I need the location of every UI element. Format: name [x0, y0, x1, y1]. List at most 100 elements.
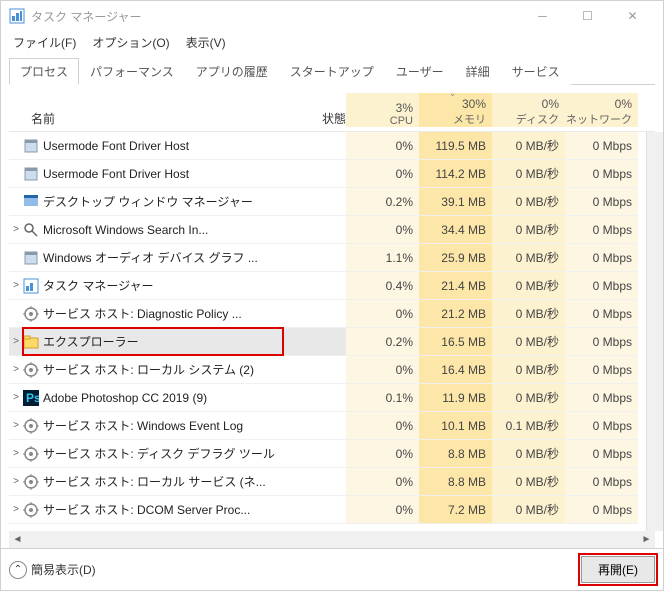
header-disk[interactable]: 0%ディスク — [492, 93, 565, 127]
memory-cell: 119.5 MB — [419, 132, 492, 159]
disk-cell: 0 MB/秒 — [492, 244, 565, 271]
process-name: タスク マネージャー — [23, 272, 283, 299]
menu-file[interactable]: ファイル(F) — [7, 32, 82, 53]
table-row[interactable]: >タスク マネージャー0.4%21.4 MB0 MB/秒0 Mbps — [9, 272, 638, 300]
cpu-cell: 0% — [346, 496, 419, 523]
table-row[interactable]: サービス ホスト: Diagnostic Policy ...0%21.2 MB… — [9, 300, 638, 328]
expand-icon[interactable]: > — [9, 448, 23, 459]
network-cell: 0 Mbps — [565, 440, 638, 467]
svg-text:Ps: Ps — [26, 391, 39, 405]
table-row[interactable]: >エクスプローラー0.2%16.5 MB0 MB/秒0 Mbps — [9, 328, 638, 356]
network-cell: 0 Mbps — [565, 300, 638, 327]
table-row[interactable]: >PsAdobe Photoshop CC 2019 (9)0.1%11.9 M… — [9, 384, 638, 412]
disk-cell: 0 MB/秒 — [492, 468, 565, 495]
process-icon — [23, 194, 39, 210]
table-row[interactable]: Usermode Font Driver Host0%119.5 MB0 MB/… — [9, 132, 638, 160]
process-name: エクスプローラー — [23, 328, 283, 355]
expand-icon[interactable]: > — [9, 364, 23, 375]
table-row[interactable]: >サービス ホスト: ディスク デフラグ ツール0%8.8 MB0 MB/秒0 … — [9, 440, 638, 468]
scroll-right-icon[interactable]: ► — [638, 534, 655, 545]
table-row[interactable]: >サービス ホスト: ローカル サービス (ネ...0%8.8 MB0 MB/秒… — [9, 468, 638, 496]
memory-cell: 21.2 MB — [419, 300, 492, 327]
process-icon — [23, 278, 39, 294]
cpu-cell: 0.2% — [346, 328, 419, 355]
menu-options[interactable]: オプション(O) — [86, 32, 175, 53]
column-headers: 名前 状態 3%CPU ⌄30%メモリ 0%ディスク 0%ネットワーク — [9, 85, 655, 132]
process-name: Usermode Font Driver Host — [23, 132, 283, 159]
table-row[interactable]: >Microsoft Windows Search In...0%34.4 MB… — [9, 216, 638, 244]
expand-icon[interactable]: > — [9, 336, 23, 347]
process-name: サービス ホスト: Windows Event Log — [23, 412, 283, 439]
maximize-button[interactable]: ☐ — [565, 2, 610, 30]
process-name: Usermode Font Driver Host — [23, 160, 283, 187]
network-cell: 0 Mbps — [565, 496, 638, 523]
process-name: サービス ホスト: ディスク デフラグ ツール — [23, 440, 283, 467]
process-list[interactable]: Usermode Font Driver Host0%119.5 MB0 MB/… — [9, 132, 638, 531]
header-status[interactable]: 状態 — [283, 93, 346, 127]
process-icon — [23, 306, 39, 322]
disk-cell: 0 MB/秒 — [492, 384, 565, 411]
titlebar: タスク マネージャー ─ ☐ ✕ — [1, 1, 663, 31]
process-icon: Ps — [23, 390, 39, 406]
minimize-button[interactable]: ─ — [520, 2, 565, 30]
restart-button[interactable]: 再開(E) — [581, 556, 655, 583]
disk-cell: 0 MB/秒 — [492, 356, 565, 383]
header-name[interactable]: 名前 — [9, 93, 283, 127]
cpu-cell: 0% — [346, 160, 419, 187]
tab-performance[interactable]: パフォーマンス — [79, 58, 185, 85]
memory-cell: 11.9 MB — [419, 384, 492, 411]
header-network[interactable]: 0%ネットワーク — [565, 93, 638, 127]
network-cell: 0 Mbps — [565, 132, 638, 159]
horizontal-scrollbar[interactable]: ◄ ► — [9, 531, 655, 548]
expand-icon[interactable]: > — [9, 224, 23, 235]
tab-apphistory[interactable]: アプリの履歴 — [185, 58, 279, 85]
expand-icon[interactable]: > — [9, 280, 23, 291]
footer: ⌃ 簡易表示(D) 再開(E) — [1, 548, 663, 590]
vertical-scrollbar[interactable] — [646, 132, 663, 531]
disk-cell: 0 MB/秒 — [492, 328, 565, 355]
close-button[interactable]: ✕ — [610, 2, 655, 30]
fewer-details-button[interactable]: ⌃ 簡易表示(D) — [9, 561, 96, 579]
table-row[interactable]: >サービス ホスト: ローカル システム (2)0%16.4 MB0 MB/秒0… — [9, 356, 638, 384]
cpu-cell: 0% — [346, 440, 419, 467]
process-icon — [23, 222, 39, 238]
expand-icon[interactable]: > — [9, 504, 23, 515]
network-cell: 0 Mbps — [565, 188, 638, 215]
tabs: プロセス パフォーマンス アプリの履歴 スタートアップ ユーザー 詳細 サービス — [9, 57, 655, 85]
process-icon — [23, 362, 39, 378]
tab-processes[interactable]: プロセス — [9, 58, 79, 85]
network-cell: 0 Mbps — [565, 216, 638, 243]
network-cell: 0 Mbps — [565, 160, 638, 187]
table-row[interactable]: >サービス ホスト: DCOM Server Proc...0%7.2 MB0 … — [9, 496, 638, 524]
table-row[interactable]: Usermode Font Driver Host0%114.2 MB0 MB/… — [9, 160, 638, 188]
expand-icon[interactable]: > — [9, 420, 23, 431]
process-icon — [23, 474, 39, 490]
network-cell: 0 Mbps — [565, 412, 638, 439]
process-icon — [23, 334, 39, 350]
process-icon — [23, 418, 39, 434]
scroll-left-icon[interactable]: ◄ — [9, 534, 26, 545]
network-cell: 0 Mbps — [565, 384, 638, 411]
tab-details[interactable]: 詳細 — [455, 58, 501, 85]
tab-startup[interactable]: スタートアップ — [279, 58, 385, 85]
table-row[interactable]: デスクトップ ウィンドウ マネージャー0.2%39.1 MB0 MB/秒0 Mb… — [9, 188, 638, 216]
cpu-cell: 0% — [346, 216, 419, 243]
table-row[interactable]: >サービス ホスト: Windows Event Log0%10.1 MB0.1… — [9, 412, 638, 440]
menu-view[interactable]: 表示(V) — [180, 32, 232, 53]
tab-services[interactable]: サービス — [501, 58, 571, 85]
disk-cell: 0 MB/秒 — [492, 440, 565, 467]
disk-cell: 0 MB/秒 — [492, 160, 565, 187]
tab-users[interactable]: ユーザー — [385, 58, 455, 85]
cpu-cell: 0.4% — [346, 272, 419, 299]
cpu-cell: 0.1% — [346, 384, 419, 411]
header-memory[interactable]: ⌄30%メモリ — [419, 93, 492, 127]
table-row[interactable]: Windows オーディオ デバイス グラフ ...1.1%25.9 MB0 M… — [9, 244, 638, 272]
memory-cell: 16.4 MB — [419, 356, 492, 383]
disk-cell: 0 MB/秒 — [492, 132, 565, 159]
expand-icon[interactable]: > — [9, 476, 23, 487]
process-name: Microsoft Windows Search In... — [23, 216, 283, 243]
expand-icon[interactable]: > — [9, 392, 23, 403]
memory-cell: 16.5 MB — [419, 328, 492, 355]
header-cpu[interactable]: 3%CPU — [346, 93, 419, 127]
process-icon — [23, 166, 39, 182]
